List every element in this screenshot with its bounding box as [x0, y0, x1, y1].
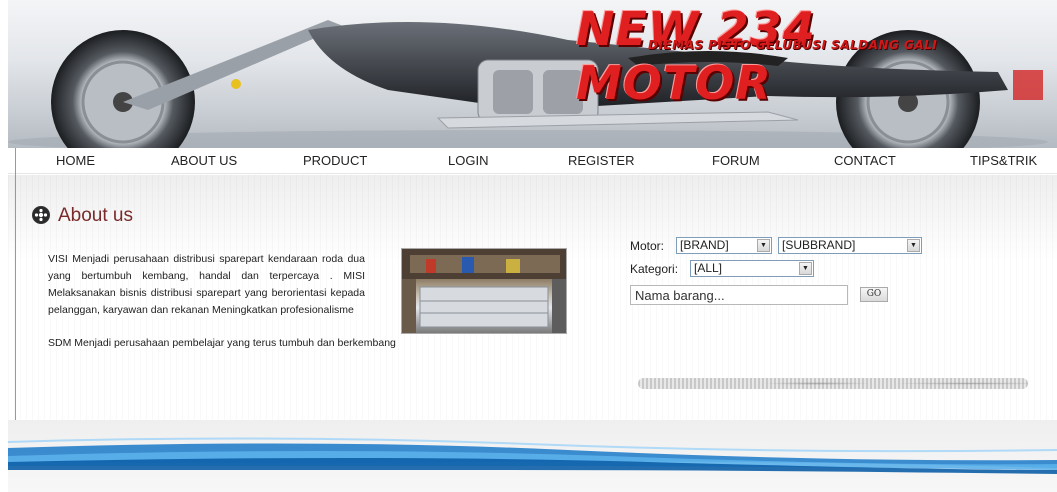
- brand-subtitle: DIEMAS PISTO GELUBUSI SALDANG GALI: [648, 38, 938, 52]
- chevron-down-icon: ▼: [757, 239, 770, 252]
- item-name-input[interactable]: [630, 285, 848, 305]
- nav-home[interactable]: HOME: [56, 153, 95, 168]
- kategori-select[interactable]: [ALL] ▼: [690, 260, 814, 277]
- shop-photo: [401, 248, 567, 334]
- go-button[interactable]: GO: [860, 287, 888, 302]
- chevron-down-icon: ▼: [907, 239, 920, 252]
- about-last-line: SDM Menjadi perusahaan pembelajar yang t…: [48, 337, 396, 349]
- subbrand-select-value: [SUBBRAND]: [782, 238, 856, 252]
- kategori-select-value: [ALL]: [694, 261, 723, 275]
- product-search-form: Motor: [BRAND] ▼ [SUBBRAND] ▼ Kategori: …: [630, 235, 1050, 315]
- nav-login[interactable]: LOGIN: [448, 153, 488, 168]
- nav-contact[interactable]: CONTACT: [834, 153, 896, 168]
- chevron-down-icon: ▼: [799, 262, 812, 275]
- brand-select[interactable]: [BRAND] ▼: [676, 237, 772, 254]
- header-banner: NEW 234 MOTOR DIEMAS PISTO GELUBUSI SALD…: [8, 0, 1057, 148]
- motor-label: Motor:: [630, 239, 665, 253]
- footer-wave: [8, 420, 1057, 492]
- brand-title: NEW 234 MOTOR: [576, 2, 816, 110]
- main-nav: HOME ABOUT US PRODUCT LOGIN REGISTER FOR…: [8, 148, 1057, 174]
- about-us-heading: About us: [58, 205, 133, 226]
- nav-register[interactable]: REGISTER: [568, 153, 634, 168]
- left-border: [15, 148, 16, 420]
- nav-forum[interactable]: FORUM: [712, 153, 760, 168]
- main-content: About us VISI Menjadi perusahaan distrib…: [8, 175, 1057, 420]
- nav-tips-trik[interactable]: TIPS&TRIK: [970, 153, 1037, 168]
- page: NEW 234 MOTOR DIEMAS PISTO GELUBUSI SALD…: [8, 0, 1057, 492]
- nav-product[interactable]: PRODUCT: [303, 153, 367, 168]
- about-paragraph: VISI Menjadi perusahaan distribusi spare…: [48, 253, 365, 316]
- wheel-icon: [32, 206, 50, 224]
- kategori-label: Kategori:: [630, 262, 679, 276]
- subbrand-select[interactable]: [SUBBRAND] ▼: [778, 237, 922, 254]
- decorative-divider: [638, 378, 1028, 389]
- nav-about-us[interactable]: ABOUT US: [171, 153, 237, 168]
- brand-select-value: [BRAND]: [680, 238, 729, 252]
